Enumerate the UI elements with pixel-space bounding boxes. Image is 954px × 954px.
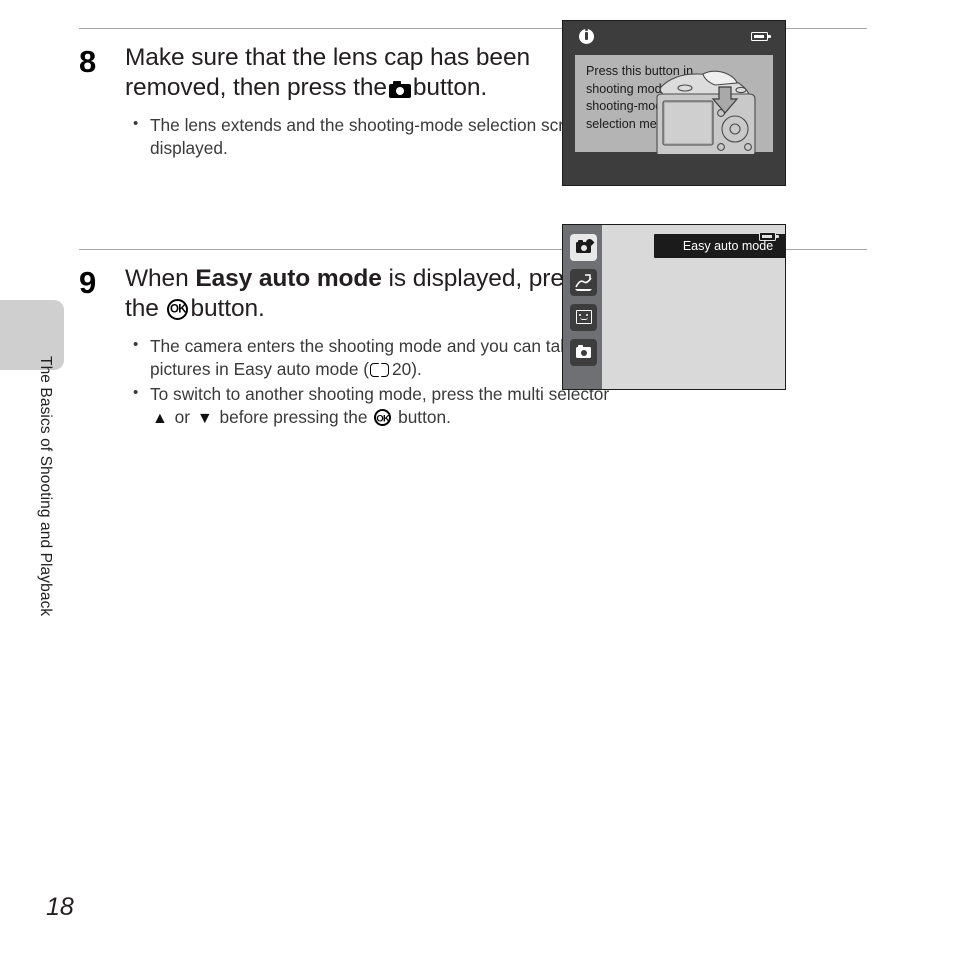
list-item: The camera enters the shooting mode and …: [125, 334, 615, 380]
step-8-bullet-list: The lens extends and the shooting-mode s…: [125, 113, 615, 159]
mode-icon-rail: [563, 225, 602, 389]
bullet-1-text-after: ).: [411, 358, 422, 379]
bullet-1-text-before: The camera enters the shooting mode and …: [150, 336, 579, 379]
chapter-label: The Basics of Shooting and Playback: [37, 356, 54, 617]
lcd-bottom-bar: [563, 154, 785, 185]
bullet-2-text-before: To switch to another shooting mode, pres…: [150, 384, 610, 404]
arrow-down-icon: ▼: [196, 409, 213, 427]
list-item: The lens extends and the shooting-mode s…: [125, 113, 615, 159]
ok-button-icon: OK: [374, 409, 392, 426]
battery-icon: [759, 232, 779, 241]
arrow-up-icon: ▲: [152, 409, 168, 427]
list-item: To switch to another shooting mode, pres…: [125, 382, 615, 428]
smart-portrait-mode-icon[interactable]: [570, 304, 597, 331]
ok-button-icon: OK: [167, 299, 189, 320]
bullet-2-or: or: [174, 406, 191, 427]
info-icon: [579, 29, 594, 44]
lcd-main-area: Easy auto mode: [602, 225, 785, 389]
step-9-heading-text-1: When: [125, 265, 189, 292]
step-8-number: 8: [79, 44, 97, 79]
step-8-heading-text-2: button.: [412, 74, 488, 101]
chapter-tab: [0, 300, 64, 370]
camera-rear-illustration: [656, 70, 756, 158]
battery-icon: [751, 32, 771, 41]
easy-auto-mode-icon[interactable]: [570, 234, 597, 261]
book-icon: [370, 362, 390, 377]
page-number: 18: [46, 893, 74, 921]
lcd-screen-step-9: Easy auto mode: [562, 224, 786, 390]
step-9-heading-text-3: button.: [190, 295, 265, 322]
lcd-top-bar: [563, 21, 785, 51]
step-8-heading: Make sure that the lens cap has been rem…: [125, 43, 615, 103]
step-9-heading-bold: Easy auto mode: [195, 265, 382, 292]
lcd-message-panel: Press this button in shooting mode for s…: [575, 55, 773, 158]
camera-icon: [388, 81, 411, 98]
bullet-2-text-after: button.: [398, 406, 451, 427]
step-8-body: Make sure that the lens cap has been rem…: [125, 43, 623, 162]
lcd-screen-step-8: Press this button in shooting mode for s…: [562, 20, 786, 186]
step-9-heading: When Easy auto mode is displayed, press …: [125, 264, 615, 324]
step-9-body: When Easy auto mode is displayed, press …: [125, 264, 623, 431]
auto-mode-icon[interactable]: [570, 339, 597, 366]
step-9-bullet-list: The camera enters the shooting mode and …: [125, 334, 615, 428]
bullet-2-text-mid: before pressing the: [219, 406, 368, 427]
step-9-number: 9: [79, 265, 97, 300]
bullet-1-page-ref: 20: [392, 358, 412, 379]
scene-mode-icon[interactable]: [570, 269, 597, 296]
